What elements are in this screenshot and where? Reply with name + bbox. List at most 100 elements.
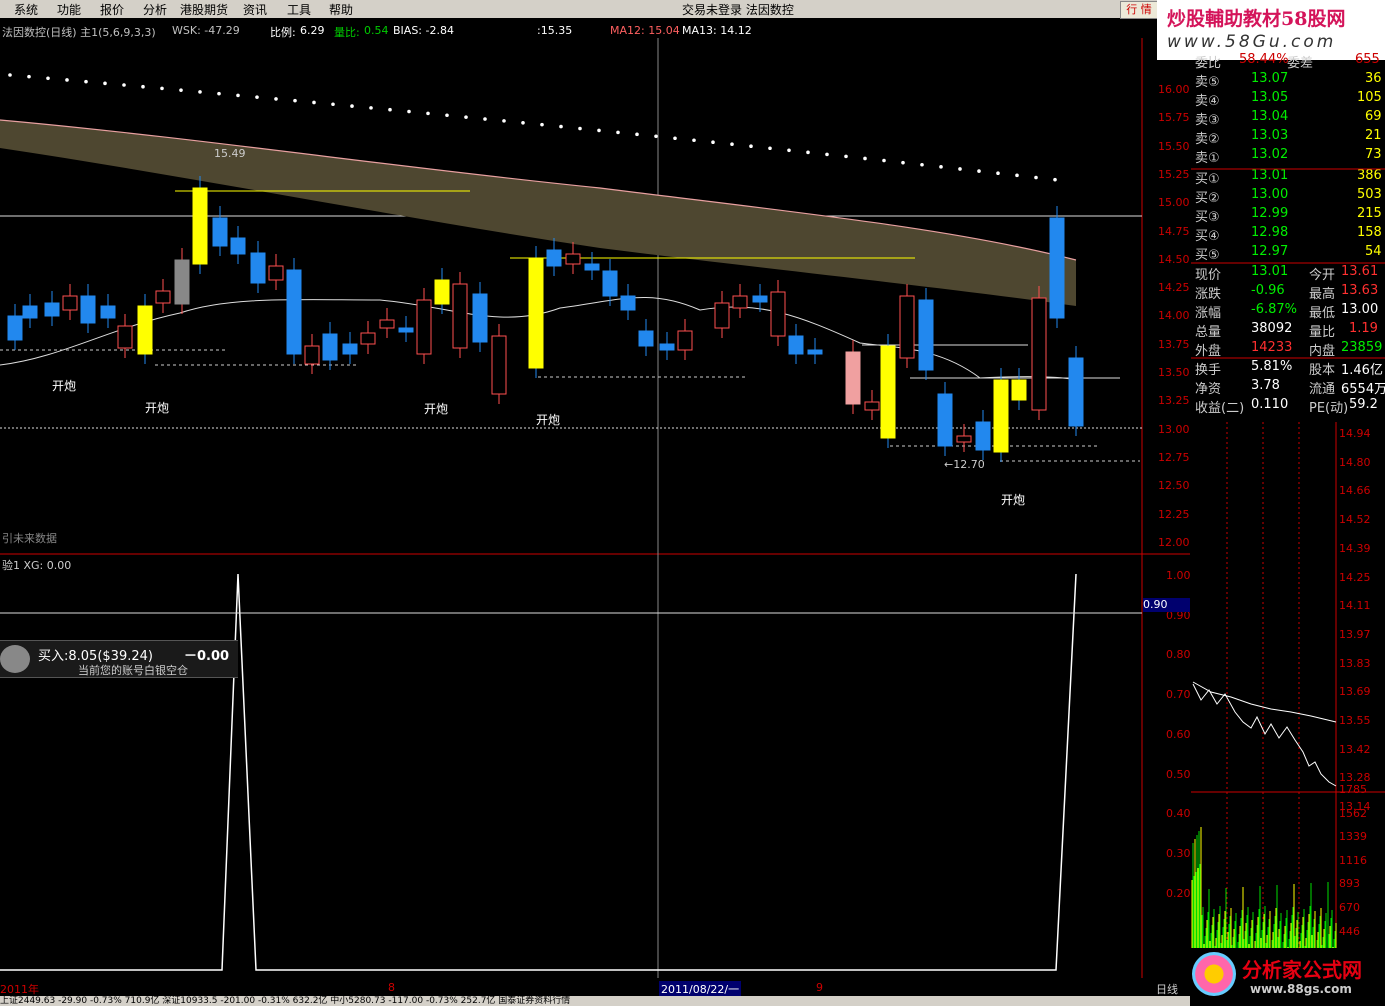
menu-item-quote[interactable]: 报价 xyxy=(100,1,124,18)
candle-body[interactable] xyxy=(434,279,450,305)
sar-dot xyxy=(958,167,962,171)
candle-body[interactable] xyxy=(638,330,654,347)
candle-body[interactable] xyxy=(845,351,861,405)
position-box[interactable]: 买入:8.05($39.24) －0.00 当前您的账号白银空仓 xyxy=(0,640,238,678)
sar-dot xyxy=(616,130,620,135)
candle-body[interactable] xyxy=(398,327,414,333)
price-tick: 12.00 xyxy=(1158,535,1190,549)
candle-body[interactable] xyxy=(975,421,991,451)
candle-body[interactable] xyxy=(174,259,190,305)
candle-body[interactable] xyxy=(192,187,208,265)
sar-dot xyxy=(483,117,487,121)
candle-body[interactable] xyxy=(80,295,96,324)
candle-body[interactable] xyxy=(732,295,748,309)
candle-body[interactable] xyxy=(993,379,1009,453)
candle-body[interactable] xyxy=(137,305,153,355)
menu-item-system[interactable]: 系统 xyxy=(14,1,38,18)
candle-body[interactable] xyxy=(807,349,823,355)
candle-body[interactable] xyxy=(379,319,395,329)
candle-body[interactable] xyxy=(62,295,78,311)
menu-item-help[interactable]: 帮助 xyxy=(329,1,353,18)
menu-item-hk-futures[interactable]: 港股期货 xyxy=(180,1,228,18)
candle-body[interactable] xyxy=(770,291,786,337)
candle-body[interactable] xyxy=(528,257,544,369)
candle-body[interactable] xyxy=(714,302,730,329)
kline-chart[interactable] xyxy=(0,38,1190,978)
sar-dot xyxy=(426,111,430,116)
candle-body[interactable] xyxy=(360,332,376,345)
candle-body[interactable] xyxy=(788,335,804,355)
candle-body[interactable] xyxy=(230,237,246,255)
candle-body[interactable] xyxy=(322,333,338,361)
candle-body[interactable] xyxy=(602,270,618,297)
quote-button[interactable]: 行 情 xyxy=(1120,1,1158,19)
candle-body[interactable] xyxy=(918,299,934,371)
candle-body[interactable] xyxy=(899,295,915,359)
sub-tick: 0.80 xyxy=(1166,648,1191,662)
candle-body[interactable] xyxy=(1031,297,1047,411)
candle-body[interactable] xyxy=(286,269,302,355)
sub-tick: 1.00 xyxy=(1166,569,1191,582)
sar-dot xyxy=(445,113,449,118)
axis-year: 2011年 xyxy=(0,983,39,996)
sar-dot xyxy=(749,144,753,149)
intraday-price-line xyxy=(1192,683,1337,787)
candle-body[interactable] xyxy=(250,252,266,284)
candle-body[interactable] xyxy=(620,295,636,311)
candle-body[interactable] xyxy=(342,343,358,355)
candle-body[interactable] xyxy=(212,217,228,247)
sar-dot xyxy=(8,73,12,77)
candle-body[interactable] xyxy=(7,315,23,341)
candle-body[interactable] xyxy=(268,265,284,281)
intraday-price-tick: 14.52 xyxy=(1339,513,1371,527)
candle-body[interactable] xyxy=(752,295,768,303)
candle-body[interactable] xyxy=(44,302,60,317)
candle-body[interactable] xyxy=(677,330,693,351)
candle-body[interactable] xyxy=(117,325,133,349)
sar-dot xyxy=(806,150,810,155)
future-data-note: 引未来数据 xyxy=(2,532,57,545)
candle-body[interactable] xyxy=(491,335,507,395)
candle-body[interactable] xyxy=(1068,357,1084,427)
intraday-price-tick: 14.94 xyxy=(1339,427,1371,440)
menu-item-tools[interactable]: 工具 xyxy=(287,1,311,18)
sub-tick: 0.70 xyxy=(1166,688,1191,702)
menu-item-analysis[interactable]: 分析 xyxy=(143,1,167,18)
sar-dot xyxy=(84,79,88,84)
period-label[interactable]: 日线 xyxy=(1156,981,1178,997)
high-price-label: 15.49 xyxy=(214,147,246,160)
signal-label: 开炮 xyxy=(145,401,170,415)
price-tick: 13.00 xyxy=(1158,422,1190,436)
candle-body[interactable] xyxy=(416,299,432,355)
candle-body[interactable] xyxy=(304,345,320,365)
sar-dot xyxy=(939,165,943,169)
candle-body[interactable] xyxy=(22,305,38,319)
candle-body[interactable] xyxy=(100,305,116,319)
candle-body[interactable] xyxy=(937,393,953,447)
candle-body[interactable] xyxy=(546,249,562,267)
candle-body[interactable] xyxy=(584,263,600,271)
price-tick: 14.50 xyxy=(1158,252,1190,266)
candle-body[interactable] xyxy=(659,343,675,351)
candle-body[interactable] xyxy=(472,293,488,343)
candle-body[interactable] xyxy=(956,435,972,443)
watermark-line1: 炒股輔助教材58股网 xyxy=(1167,8,1346,30)
sar-dot xyxy=(274,97,278,101)
sar-dot xyxy=(711,140,715,145)
price-tick: 12.75 xyxy=(1158,450,1190,464)
candle-body[interactable] xyxy=(864,401,880,411)
sar-dot xyxy=(540,122,544,127)
sar-dot xyxy=(920,162,924,167)
candle-body[interactable] xyxy=(565,253,581,265)
candle-body[interactable] xyxy=(1049,217,1065,319)
candle-body[interactable] xyxy=(1011,379,1027,401)
candle-body[interactable] xyxy=(155,290,171,304)
menu-item-info[interactable]: 资讯 xyxy=(243,1,267,18)
candle-body[interactable] xyxy=(452,283,468,349)
menu-item-function[interactable]: 功能 xyxy=(57,1,81,18)
bias-value: BIAS: -2.84 xyxy=(393,24,454,37)
sar-dot xyxy=(559,124,563,129)
candle-body[interactable] xyxy=(880,345,896,439)
price-tick: 15.25 xyxy=(1158,167,1190,181)
axis-month-9: 9 xyxy=(816,981,823,994)
